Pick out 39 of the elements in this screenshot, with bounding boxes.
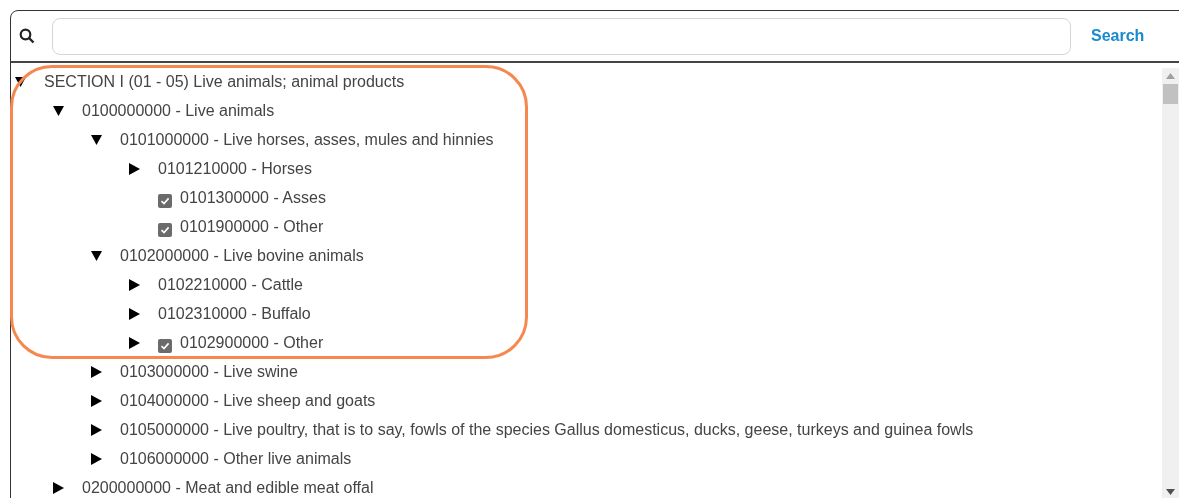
tree-item-label[interactable]: 0101300000 - Asses: [180, 185, 326, 210]
collapsed-arrow-icon[interactable]: [129, 278, 140, 291]
tree-item-label[interactable]: 0106000000 - Other live animals: [120, 446, 352, 471]
tree-item-label[interactable]: 0105000000 - Live poultry, that is to say, fowls of the species Gallus domesticus, ducks, geese, turkeys and guinea fowls: [120, 417, 974, 442]
search-button[interactable]: Search: [1089, 24, 1147, 48]
search-icon: [19, 28, 35, 44]
tree-item-label[interactable]: SECTION I (01 - 05) Live animals; animal products: [44, 69, 405, 94]
checkmark-icon: [160, 224, 170, 235]
scrollbar-thumb[interactable]: [1163, 84, 1178, 104]
scrollbar[interactable]: [1162, 68, 1179, 498]
collapsed-arrow-icon[interactable]: [129, 336, 140, 349]
scroll-down-arrow-icon[interactable]: [1166, 489, 1175, 495]
collapsed-arrow-icon[interactable]: [91, 365, 102, 378]
collapsed-arrow-icon[interactable]: [129, 162, 140, 175]
tree-item-label[interactable]: 0101000000 - Live horses, asses, mules and hinnies: [120, 127, 494, 152]
checkmark-icon: [160, 340, 170, 351]
checkbox[interactable]: [158, 222, 172, 237]
expanded-arrow-icon[interactable]: [91, 249, 102, 262]
checkbox[interactable]: [158, 338, 172, 353]
tree-item-label[interactable]: 0200000000 - Meat and edible meat offal: [82, 475, 374, 498]
checkbox[interactable]: [158, 193, 172, 208]
tree-item-label[interactable]: 0100000000 - Live animals: [82, 98, 275, 123]
collapsed-arrow-icon[interactable]: [53, 481, 64, 494]
tree-item-label[interactable]: 0101210000 - Horses: [158, 156, 312, 181]
tree-item-label[interactable]: 0104000000 - Live sheep and goats: [120, 388, 376, 413]
expanded-arrow-icon[interactable]: [53, 104, 64, 117]
tree-item-label[interactable]: 0102000000 - Live bovine animals: [120, 243, 364, 268]
expanded-arrow-icon[interactable]: [91, 133, 102, 146]
tree-item-label[interactable]: 0103000000 - Live swine: [120, 359, 298, 384]
collapsed-arrow-icon[interactable]: [129, 307, 140, 320]
collapsed-arrow-icon[interactable]: [91, 394, 102, 407]
tree-item-label[interactable]: 0102210000 - Cattle: [158, 272, 303, 297]
checkmark-icon: [160, 195, 170, 206]
tree-item-label[interactable]: 0102310000 - Buffalo: [158, 301, 311, 326]
search-field[interactable]: [52, 17, 1071, 55]
collapsed-arrow-icon[interactable]: [91, 423, 102, 436]
tree-item-label[interactable]: 0102900000 - Other: [180, 330, 324, 355]
collapsed-arrow-icon[interactable]: [91, 452, 102, 465]
tree-item-label[interactable]: 0101900000 - Other: [180, 214, 324, 239]
